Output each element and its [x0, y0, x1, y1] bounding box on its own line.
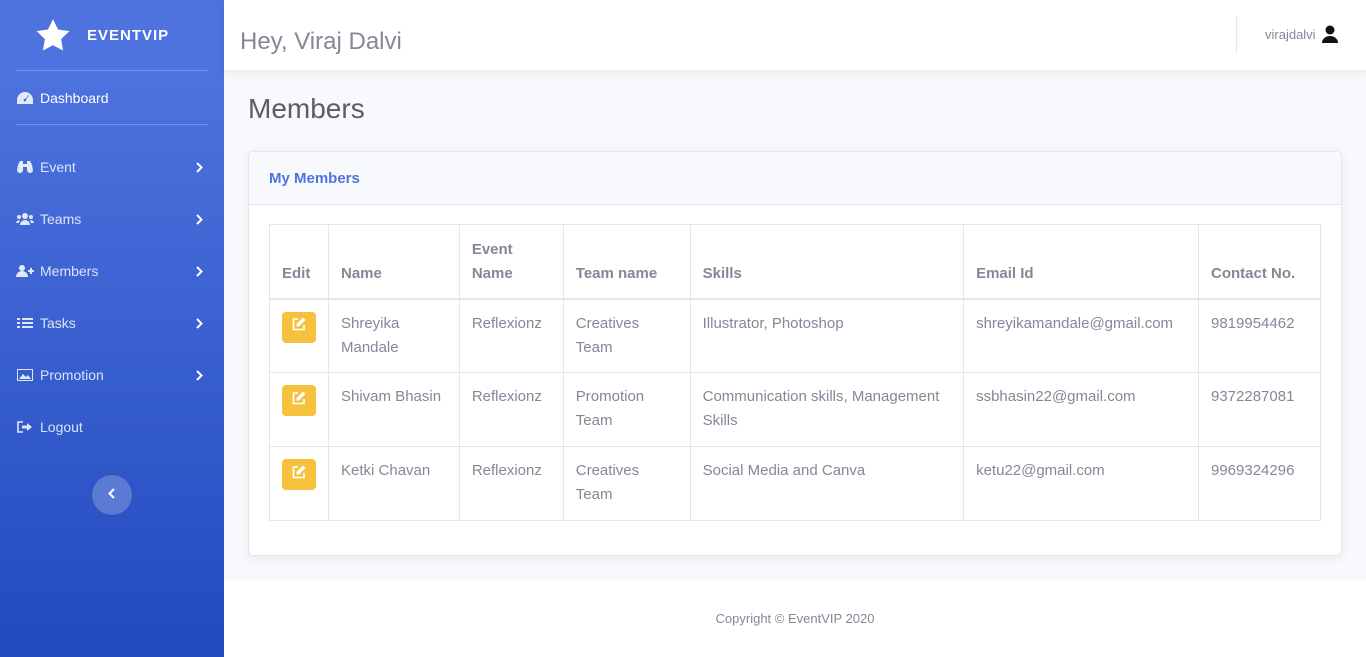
column-header: Skills: [689, 224, 965, 300]
chevron-right-icon: [194, 369, 204, 381]
greeting: Hey, Viraj Dalvi: [240, 28, 402, 55]
contact-number: 9819954462: [1198, 298, 1321, 373]
members-card: My Members Edit Name Event Name Team nam…: [248, 151, 1342, 556]
user-name[interactable]: virajdalvi: [1265, 27, 1316, 42]
team-name: Promotion Team: [562, 372, 691, 447]
card-header: My Members: [249, 152, 1341, 205]
table-row: Ketki Chavan Reflexionz Creatives Team S…: [269, 446, 1321, 521]
chevron-right-icon: [194, 265, 204, 277]
column-header: Edit: [269, 224, 329, 300]
sidebar-item-label: Dashboard: [40, 89, 109, 106]
column-header: Event Name: [458, 224, 564, 300]
sign-out-icon: [16, 420, 34, 434]
contact-number: 9372287081: [1198, 372, 1321, 447]
sidebar-item-label: Tasks: [40, 315, 76, 331]
sidebar-item-members[interactable]: Members: [0, 245, 224, 297]
email: ketu22@gmail.com: [963, 446, 1199, 521]
topbar-divider: [1236, 16, 1237, 54]
column-header: Name: [328, 224, 460, 300]
sidebar-item-promotion[interactable]: Promotion: [0, 349, 224, 401]
brand[interactable]: EVENTVIP: [0, 0, 224, 70]
event-name: Reflexionz: [458, 298, 564, 373]
member-name: Shreyika Mandale: [328, 298, 460, 373]
sidebar-item-teams[interactable]: Teams: [0, 193, 224, 245]
table-header-row: Edit Name Event Name Team name Skills Em…: [269, 224, 1321, 300]
sidebar-item-label: Logout: [40, 419, 83, 435]
user-plus-icon: [16, 264, 34, 278]
binoculars-icon: [16, 160, 34, 174]
sidebar-item-event[interactable]: Event: [0, 141, 224, 193]
member-name: Shivam Bhasin: [328, 372, 460, 447]
email: ssbhasin22@gmail.com: [963, 372, 1199, 447]
sidebar-item-tasks[interactable]: Tasks: [0, 297, 224, 349]
image-icon: [16, 368, 34, 382]
edit-icon: [292, 463, 306, 487]
team-name: Creatives Team: [562, 446, 691, 521]
edit-button[interactable]: [282, 311, 316, 343]
footer: Copyright © EventVIP 2020: [224, 580, 1366, 657]
chevron-left-icon: [108, 486, 116, 504]
users-icon: [16, 212, 34, 226]
edit-icon: [292, 389, 306, 413]
chevron-right-icon: [194, 213, 204, 225]
event-name: Reflexionz: [458, 446, 564, 521]
team-name: Creatives Team: [562, 298, 691, 373]
user-icon[interactable]: [1322, 25, 1338, 43]
event-name: Reflexionz: [458, 372, 564, 447]
page-title: Members: [248, 93, 365, 124]
edit-button[interactable]: [282, 459, 316, 490]
tasks-icon: [16, 316, 34, 330]
column-header: Contact No.: [1198, 224, 1321, 300]
sidebar-item-label: Promotion: [40, 367, 104, 383]
column-header: Email Id: [963, 224, 1199, 300]
skills: Communication skills, Management Skills: [689, 372, 965, 447]
copyright: Copyright © EventVIP 2020: [715, 611, 875, 626]
skills: Illustrator, Photoshop: [689, 298, 965, 373]
sidebar-item-label: Event: [40, 159, 76, 175]
sidebar-item-label: Teams: [40, 211, 82, 227]
table-row: Shivam Bhasin Reflexionz Promotion Team …: [269, 372, 1321, 447]
edit-button[interactable]: [282, 385, 316, 416]
star-icon: [34, 16, 72, 54]
column-header: Team name: [562, 224, 691, 300]
members-table: Edit Name Event Name Team name Skills Em…: [269, 224, 1321, 521]
edit-icon: [292, 315, 306, 339]
sidebar: EVENTVIP Dashboard Event Teams Members T…: [0, 0, 224, 657]
email: shreyikamandale@gmail.com: [963, 298, 1199, 373]
skills: Social Media and Canva: [689, 446, 965, 521]
tachometer-icon: [16, 91, 34, 105]
brand-name: EVENTVIP: [87, 26, 170, 44]
chevron-right-icon: [194, 161, 204, 173]
table-row: Shreyika Mandale Reflexionz Creatives Te…: [269, 298, 1321, 373]
topbar: Hey, Viraj Dalvi virajdalvi: [224, 0, 1366, 70]
sidebar-toggle-button[interactable]: [92, 475, 132, 515]
sidebar-item-label: Members: [40, 263, 99, 279]
sidebar-item-dashboard[interactable]: Dashboard: [0, 71, 224, 124]
member-name: Ketki Chavan: [328, 446, 460, 521]
card-title: My Members: [269, 169, 360, 187]
chevron-right-icon: [194, 317, 204, 329]
contact-number: 9969324296: [1198, 446, 1321, 521]
sidebar-item-logout[interactable]: Logout: [0, 401, 224, 453]
